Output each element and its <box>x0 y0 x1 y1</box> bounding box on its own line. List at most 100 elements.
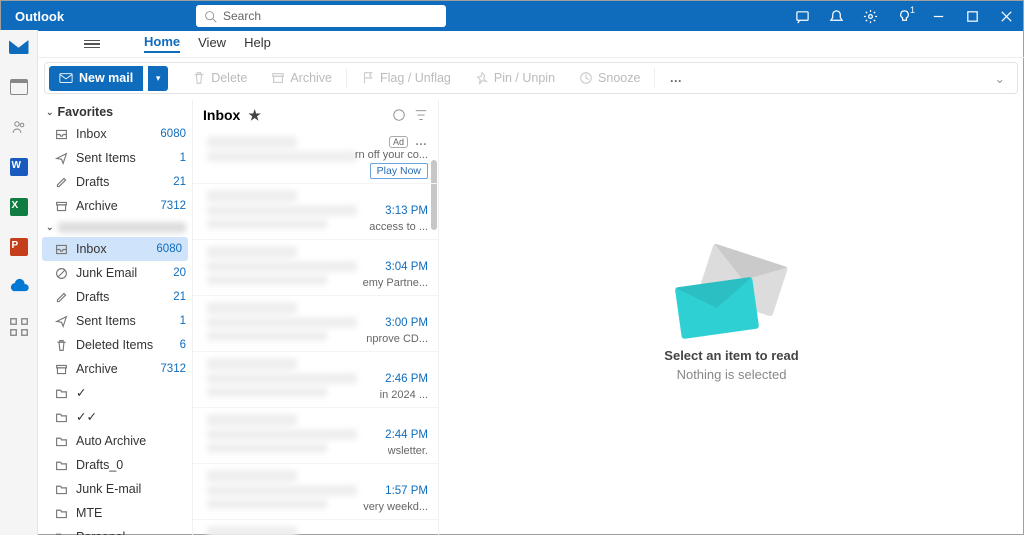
powerpoint-tile[interactable] <box>8 236 30 258</box>
mail-icon <box>59 71 73 85</box>
filter-icon[interactable] <box>414 108 428 122</box>
favorite-drafts[interactable]: Drafts 21 <box>38 170 192 194</box>
message-time: 2:46 PM <box>385 373 428 385</box>
notifications-icon[interactable] <box>819 1 853 31</box>
close-button[interactable] <box>989 1 1023 31</box>
search-input[interactable]: Search <box>196 5 446 27</box>
reading-pane: Select an item to read Nothing is select… <box>439 100 1024 535</box>
message-list-body[interactable]: Ad … rn off your co... Play Now 3:13 PM … <box>193 130 438 535</box>
tips-icon[interactable]: 1 <box>887 1 921 31</box>
folder-drafts-0[interactable]: Drafts_0 <box>38 453 192 477</box>
title-bar: Outlook Search 1 <box>1 1 1023 31</box>
archive-icon <box>54 363 68 376</box>
folder-icon <box>54 531 68 535</box>
calendar-rail-icon[interactable] <box>8 76 30 98</box>
settings-icon[interactable] <box>853 1 887 31</box>
archive-button[interactable]: Archive <box>261 71 342 85</box>
select-icon[interactable] <box>392 108 406 122</box>
ad-cta-button[interactable]: Play Now <box>370 163 428 179</box>
message-time: 1:57 PM <box>385 485 428 497</box>
app-name: Outlook <box>1 9 196 24</box>
message-snippet: wsletter. <box>388 445 428 457</box>
message-time: 3:00 PM <box>385 317 428 329</box>
message-snippet: access to ... <box>369 221 428 233</box>
maximize-button[interactable] <box>955 1 989 31</box>
message-item[interactable]: 3:13 PM access to ... <box>193 184 438 240</box>
menu-view[interactable]: View <box>198 35 226 52</box>
minimize-button[interactable] <box>921 1 955 31</box>
message-item[interactable]: 1:05 PM n blog Red <box>193 520 438 535</box>
folder-archive[interactable]: Archive 7312 <box>38 357 192 381</box>
menu-help[interactable]: Help <box>244 35 271 52</box>
new-mail-dropdown[interactable]: ▾ <box>148 66 168 91</box>
message-time: 3:13 PM <box>385 205 428 217</box>
folder-junk-e-mail[interactable]: Junk E-mail <box>38 477 192 501</box>
toolbar: New mail ▾ Delete Archive Flag / Unflag … <box>44 62 1018 94</box>
drafts-icon <box>54 291 68 304</box>
star-icon[interactable]: ★ <box>248 107 261 124</box>
hamburger-icon[interactable] <box>84 38 100 50</box>
folder-icon <box>54 483 68 496</box>
folder-personal[interactable]: Personal <box>38 525 192 535</box>
inbox-icon <box>54 243 68 256</box>
teams-icon[interactable] <box>785 1 819 31</box>
mail-rail-icon[interactable] <box>8 36 30 58</box>
sent-icon <box>54 152 68 165</box>
folder-tree: ⌄Favorites Inbox 6080 Sent Items 1 Draft… <box>38 100 193 535</box>
ad-item[interactable]: Ad … rn off your co... Play Now <box>193 130 438 184</box>
ad-menu-icon[interactable]: … <box>415 134 428 148</box>
message-item[interactable]: 3:00 PM nprove CD... <box>193 296 438 352</box>
pin-button[interactable]: Pin / Unpin <box>465 71 565 85</box>
favorites-header[interactable]: ⌄Favorites <box>38 102 192 122</box>
favorite-sent items[interactable]: Sent Items 1 <box>38 146 192 170</box>
word-tile[interactable] <box>8 156 30 178</box>
archive-icon <box>54 200 68 213</box>
menu-bar: Home View Help <box>38 30 1024 58</box>
message-list-header: Inbox ★ <box>193 100 438 130</box>
message-snippet: nprove CD... <box>366 333 428 345</box>
folder-icon <box>54 459 68 472</box>
people-rail-icon[interactable] <box>8 116 30 138</box>
excel-tile[interactable] <box>8 196 30 218</box>
folder-mte[interactable]: MTE <box>38 501 192 525</box>
favorite-inbox[interactable]: Inbox 6080 <box>38 122 192 146</box>
message-time: 3:04 PM <box>385 261 428 273</box>
folder-icon <box>54 411 68 424</box>
folder-junk-email[interactable]: Junk Email 20 <box>38 261 192 285</box>
message-time: 2:44 PM <box>385 429 428 441</box>
menu-home[interactable]: Home <box>144 34 180 53</box>
badge-dot: 1 <box>910 5 915 15</box>
toolbar-collapse[interactable]: ⌄ <box>987 71 1013 86</box>
folder-sent-items[interactable]: Sent Items 1 <box>38 309 192 333</box>
favorite-archive[interactable]: Archive 7312 <box>38 194 192 218</box>
flag-button[interactable]: Flag / Unflag <box>351 71 461 85</box>
more-apps-icon[interactable] <box>8 316 30 338</box>
ad-badge: Ad <box>389 136 408 148</box>
account-header[interactable]: ⌄ <box>38 218 192 237</box>
message-item[interactable]: 2:46 PM in 2024 ... <box>193 352 438 408</box>
new-mail-button[interactable]: New mail <box>49 66 143 91</box>
junk-icon <box>54 267 68 280</box>
folder--[interactable]: ✓ <box>38 381 192 405</box>
folder-auto-archive[interactable]: Auto Archive <box>38 429 192 453</box>
folder--[interactable]: ✓✓ <box>38 405 192 429</box>
delete-button[interactable]: Delete <box>182 71 257 85</box>
inbox-icon <box>54 128 68 141</box>
search-placeholder: Search <box>223 9 261 23</box>
left-rail <box>0 30 38 535</box>
message-item[interactable]: 2:44 PM wsletter. <box>193 408 438 464</box>
empty-subtitle: Nothing is selected <box>677 367 787 382</box>
folder-inbox[interactable]: Inbox 6080 <box>42 237 188 261</box>
sent-icon <box>54 315 68 328</box>
deleted-icon <box>54 339 68 352</box>
folder-drafts[interactable]: Drafts 21 <box>38 285 192 309</box>
more-actions-button[interactable]: … <box>659 71 692 85</box>
message-item[interactable]: 1:57 PM very weekd... <box>193 464 438 520</box>
folder-icon <box>54 507 68 520</box>
empty-title: Select an item to read <box>664 348 798 363</box>
empty-state-illustration <box>672 254 792 334</box>
message-item[interactable]: 3:04 PM emy Partne... <box>193 240 438 296</box>
onedrive-tile[interactable] <box>8 276 30 298</box>
folder-deleted-items[interactable]: Deleted Items 6 <box>38 333 192 357</box>
snooze-button[interactable]: Snooze <box>569 71 650 85</box>
